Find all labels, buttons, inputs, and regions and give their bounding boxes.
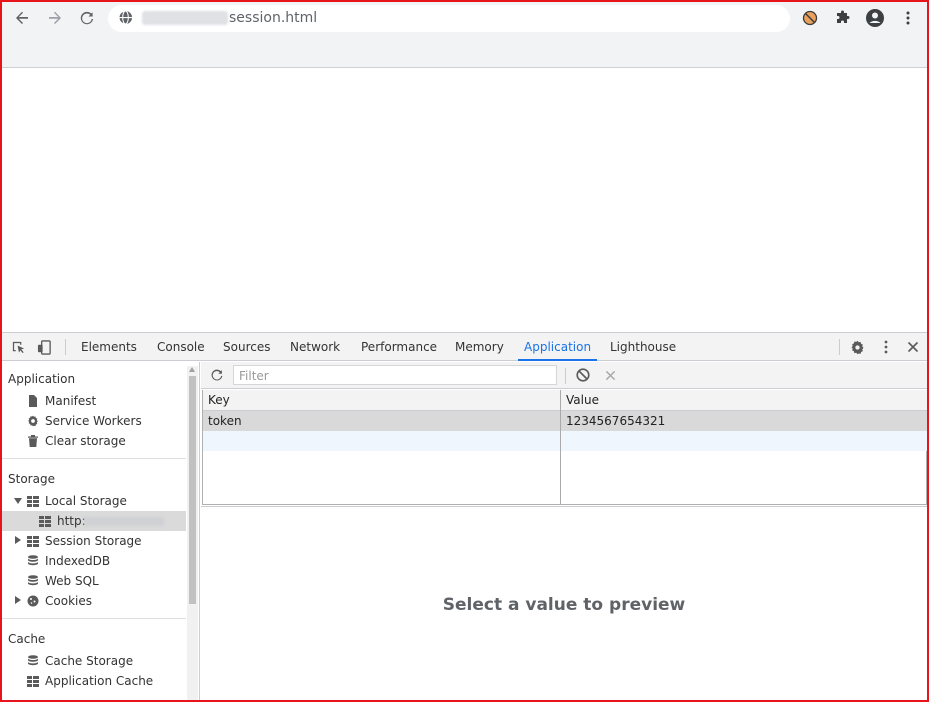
sidebar-item-label: Local Storage xyxy=(45,494,127,508)
table-header: Key Value xyxy=(203,390,927,411)
gear-icon[interactable] xyxy=(848,338,866,356)
sidebar-item-clear-storage[interactable]: Clear storage xyxy=(2,431,186,451)
storage-toolbar: Filter xyxy=(201,362,927,389)
sidebar-item-session-storage[interactable]: Session Storage xyxy=(2,531,186,551)
sidebar-item-label: Session Storage xyxy=(45,534,142,548)
refresh-icon[interactable] xyxy=(208,366,226,384)
url-path: session.html xyxy=(229,10,318,26)
tab-lighthouse[interactable]: Lighthouse xyxy=(610,333,676,361)
origin-host-redacted xyxy=(84,517,164,526)
filter-input[interactable]: Filter xyxy=(233,365,557,385)
account-icon[interactable] xyxy=(863,6,887,30)
sidebar-item-service-workers[interactable]: Service Workers xyxy=(2,411,186,431)
sidebar-item-local-storage[interactable]: Local Storage xyxy=(2,491,186,511)
grid-icon xyxy=(27,496,39,507)
delete-selected-icon[interactable] xyxy=(601,366,619,384)
grid-icon xyxy=(27,536,39,547)
blocked-extension-icon[interactable] xyxy=(798,6,822,30)
sidebar-scrollbar[interactable] xyxy=(187,366,198,700)
expanded-triangle-icon[interactable] xyxy=(14,498,22,504)
grid-icon xyxy=(27,676,39,687)
page-viewport xyxy=(2,69,927,332)
toolbar-divider xyxy=(839,339,840,355)
close-icon[interactable] xyxy=(904,338,922,356)
kebab-menu-icon[interactable] xyxy=(896,6,920,30)
devtools-panel: Elements Console Sources Network Perform… xyxy=(2,332,927,700)
tab-performance[interactable]: Performance xyxy=(361,333,437,361)
browser-window: session.html Elements Console Sources Ne… xyxy=(0,0,929,702)
tab-network[interactable]: Network xyxy=(290,333,340,361)
sidebar-item-label: Cookies xyxy=(45,594,92,608)
table-row[interactable]: token 1234567654321 xyxy=(203,411,927,431)
inspect-element-icon[interactable] xyxy=(9,338,27,356)
file-icon xyxy=(29,395,37,407)
database-icon xyxy=(28,575,38,586)
globe-icon xyxy=(118,10,133,28)
sidebar-item-indexeddb[interactable]: IndexedDB xyxy=(2,551,186,571)
sidebar-item-label: Clear storage xyxy=(45,434,126,448)
sidebar-item-label: IndexedDB xyxy=(45,554,111,568)
sidebar-item-label: Manifest xyxy=(45,394,97,408)
trash-icon xyxy=(28,435,38,447)
section-heading-storage: Storage xyxy=(8,472,55,486)
table-row-empty[interactable] xyxy=(203,431,927,451)
sidebar-item-label: Service Workers xyxy=(45,414,142,428)
sidebar-item-label: Application Cache xyxy=(45,674,154,688)
sidebar-item-local-storage-origin[interactable]: http: xyxy=(2,511,186,531)
column-header-value[interactable]: Value xyxy=(566,393,599,407)
toolbar-divider xyxy=(65,339,66,355)
section-divider xyxy=(2,458,186,459)
column-header-key[interactable]: Key xyxy=(208,393,230,407)
application-sidebar: Application Manifest Service Workers Cle… xyxy=(2,362,200,700)
forward-arrow-icon[interactable] xyxy=(43,6,67,30)
url-host-redacted xyxy=(142,11,228,25)
tab-console[interactable]: Console xyxy=(157,333,205,361)
scroll-up-arrow-icon[interactable] xyxy=(189,367,195,372)
tab-application[interactable]: Application xyxy=(517,333,598,361)
sidebar-item-websql[interactable]: Web SQL xyxy=(2,571,186,591)
address-bar[interactable]: session.html xyxy=(108,5,790,32)
reload-icon[interactable] xyxy=(75,6,99,30)
gear-icon xyxy=(28,415,38,427)
back-arrow-icon[interactable] xyxy=(10,6,34,30)
devtools-kebab-icon[interactable] xyxy=(877,338,895,356)
sidebar-item-label: Web SQL xyxy=(45,574,99,588)
value-preview-pane: Select a value to preview xyxy=(201,506,927,700)
sidebar-item-application-cache[interactable]: Application Cache xyxy=(2,671,186,691)
puzzle-icon[interactable] xyxy=(831,6,855,30)
section-divider xyxy=(2,618,186,619)
toolbar-divider xyxy=(565,368,566,384)
preview-placeholder: Select a value to preview xyxy=(442,595,686,615)
row-value-cell[interactable]: 1234567654321 xyxy=(566,414,665,428)
tab-sources[interactable]: Sources xyxy=(223,333,270,361)
grid-icon xyxy=(39,516,51,527)
tab-memory[interactable]: Memory xyxy=(455,333,504,361)
sidebar-item-label: Cache Storage xyxy=(45,654,134,668)
sidebar-item-label: http: xyxy=(57,514,86,528)
storage-table: Key Value token 1234567654321 xyxy=(202,390,927,505)
browser-toolbar: session.html xyxy=(2,2,927,68)
column-divider[interactable] xyxy=(560,390,561,504)
devtools-tabbar: Elements Console Sources Network Perform… xyxy=(2,333,927,361)
storage-view: Filter Key Value token 1234567654321 Sel… xyxy=(201,362,927,700)
collapsed-triangle-icon[interactable] xyxy=(15,536,21,544)
clear-all-icon[interactable] xyxy=(574,366,592,384)
section-heading-cache: Cache xyxy=(8,632,46,646)
database-icon xyxy=(28,655,38,666)
cookie-icon xyxy=(27,595,39,607)
sidebar-item-cache-storage[interactable]: Cache Storage xyxy=(2,651,186,671)
scrollbar-thumb[interactable] xyxy=(189,376,196,604)
device-toolbar-icon[interactable] xyxy=(35,338,53,356)
database-icon xyxy=(28,555,38,566)
tab-elements[interactable]: Elements xyxy=(81,333,137,361)
section-heading-application: Application xyxy=(8,372,76,386)
sidebar-item-manifest[interactable]: Manifest xyxy=(2,391,186,411)
collapsed-triangle-icon[interactable] xyxy=(15,596,21,604)
sidebar-item-cookies[interactable]: Cookies xyxy=(2,591,186,611)
row-key-cell[interactable]: token xyxy=(208,414,242,428)
